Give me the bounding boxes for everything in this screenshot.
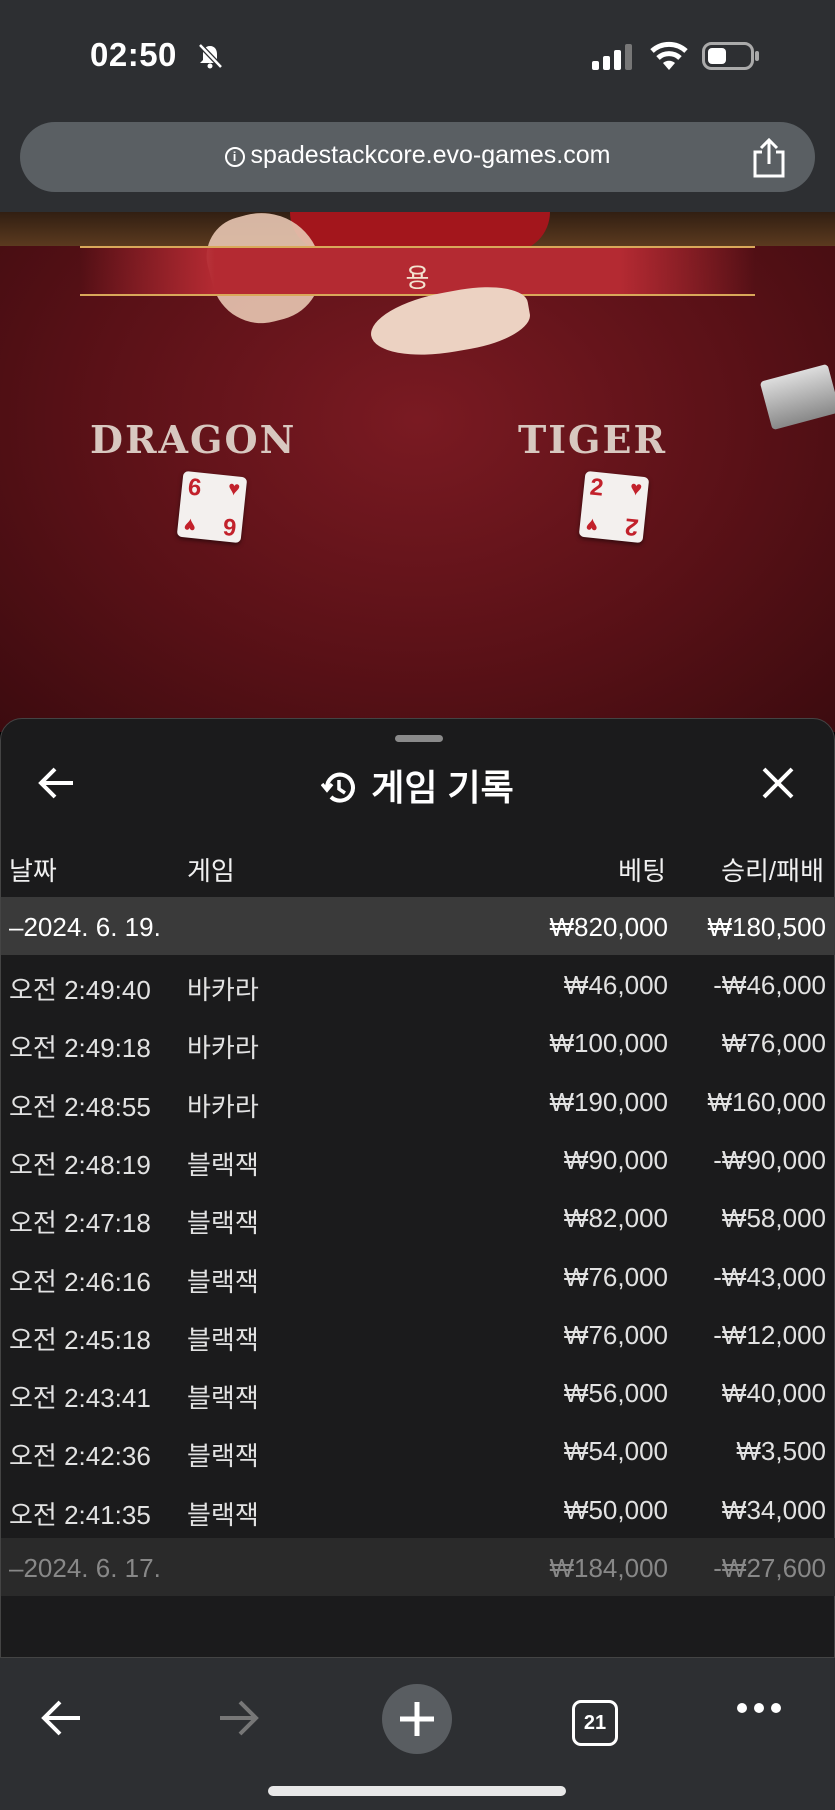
column-header-date: 날짜 <box>9 856 57 886</box>
history-row[interactable]: 오전 2:49:40 바카라 ₩46,000 -₩46,000 <box>1 955 835 1013</box>
row-time: 오전 2:41:35 <box>9 1499 151 1530</box>
column-header-game: 게임 <box>187 856 235 886</box>
history-row[interactable]: 오전 2:47:18 블랙잭 ₩82,000 ₩58,000 <box>1 1188 835 1246</box>
row-winloss: ₩3,500 <box>736 1436 826 1467</box>
row-game: 블랙잭 <box>187 1149 259 1180</box>
cellular-signal-icon <box>592 44 632 70</box>
history-row[interactable]: 오전 2:46:16 블랙잭 ₩76,000 -₩43,000 <box>1 1247 835 1305</box>
row-game: 바카라 <box>187 1033 259 1064</box>
row-bet: ₩54,000 <box>563 1436 668 1467</box>
status-time: 02:50 <box>90 36 177 73</box>
history-icon <box>321 772 356 803</box>
panel-grabber[interactable] <box>395 735 443 742</box>
row-winloss: -₩90,000 <box>713 1144 826 1175</box>
column-header-winloss: 승리/패배 <box>721 856 824 886</box>
row-winloss: ₩160,000 <box>707 1086 826 1117</box>
panel-title-text: 게임 기록 <box>371 767 514 808</box>
battery-icon <box>702 42 759 70</box>
date-group-row[interactable]: –2024. 6. 19. ₩820,000 ₩180,500 <box>1 897 835 955</box>
row-game: 블랙잭 <box>187 1383 259 1414</box>
close-icon[interactable] <box>760 765 796 801</box>
group-winloss-total: ₩180,500 <box>707 912 826 942</box>
history-row[interactable]: 오전 2:43:41 블랙잭 ₩56,000 ₩40,000 <box>1 1363 835 1421</box>
row-winloss: ₩76,000 <box>721 1028 826 1059</box>
row-bet: ₩46,000 <box>563 970 668 1000</box>
dragon-label: DRAGON <box>90 417 297 462</box>
row-time: 오전 2:48:19 <box>9 1149 151 1180</box>
row-time: 오전 2:49:18 <box>9 1033 151 1064</box>
row-bet: ₩76,000 <box>563 1319 668 1350</box>
tiger-label: TIGER <box>518 417 668 462</box>
row-game: 블랙잭 <box>187 1441 259 1472</box>
row-winloss: -₩46,000 <box>713 970 826 1000</box>
result-banner: 용 <box>80 246 755 296</box>
history-row[interactable]: 오전 2:45:18 블랙잭 ₩76,000 -₩12,000 <box>1 1305 835 1363</box>
row-game: 블랙잭 <box>187 1499 259 1530</box>
tiger-card: 2 ♥ ♥ 2 <box>578 470 650 544</box>
browser-back-icon[interactable] <box>40 1698 84 1738</box>
row-bet: ₩190,000 <box>549 1086 668 1117</box>
row-time: 오전 2:46:16 <box>9 1266 151 1297</box>
date-group-row[interactable]: –2024. 6. 17. ₩184,000 -₩27,600 <box>1 1538 835 1596</box>
row-game: 블랙잭 <box>187 1208 259 1239</box>
url-bar[interactable]: i spadestackcore.evo-games.com <box>20 122 815 192</box>
row-bet: ₩50,000 <box>563 1494 668 1525</box>
row-winloss: ₩34,000 <box>721 1494 826 1525</box>
row-bet: ₩100,000 <box>549 1028 668 1059</box>
history-row[interactable]: 오전 2:49:18 바카라 ₩100,000 ₩76,000 <box>1 1013 835 1071</box>
row-game: 블랙잭 <box>187 1266 259 1297</box>
row-game: 블랙잭 <box>187 1324 259 1355</box>
row-winloss: ₩40,000 <box>721 1378 826 1409</box>
row-time: 오전 2:45:18 <box>9 1324 151 1355</box>
game-history-panel: 게임 기록 날짜 게임 베팅 승리/패배 –2024. 6. 19. ₩820,0… <box>0 718 835 1658</box>
browser-top-chrome: 02:50 i spadestackcore.evo-games.com <box>0 0 835 212</box>
row-time: 오전 2:48:55 <box>9 1091 151 1122</box>
row-time: 오전 2:49:40 <box>9 975 151 1005</box>
history-row[interactable]: 오전 2:48:19 블랙잭 ₩90,000 -₩90,000 <box>1 1130 835 1188</box>
row-bet: ₩76,000 <box>563 1261 668 1292</box>
history-row[interactable]: 오전 2:42:36 블랙잭 ₩54,000 ₩3,500 <box>1 1421 835 1479</box>
bell-muted-icon <box>198 43 223 69</box>
history-row[interactable]: 오전 2:41:35 블랙잭 ₩50,000 ₩34,000 <box>1 1480 835 1538</box>
browser-bottom-bar: 21 <box>0 1658 835 1810</box>
dragon-card: 6 ♥ ♥ 6 <box>176 470 248 544</box>
panel-title: 게임 기록 <box>1 759 834 811</box>
group-bet-total: ₩184,000 <box>549 1553 668 1583</box>
row-bet: ₩56,000 <box>563 1378 668 1409</box>
more-icon[interactable] <box>736 1698 782 1718</box>
live-video-stream: 용 DRAGON TIGER 6 ♥ ♥ 6 2 ♥ ♥ 2 <box>0 212 835 732</box>
wifi-icon <box>650 41 688 70</box>
row-winloss: ₩58,000 <box>721 1203 826 1234</box>
url-text: spadestackcore.evo-games.com <box>250 141 611 169</box>
plus-icon <box>400 1702 434 1736</box>
browser-forward-icon[interactable] <box>216 1698 260 1738</box>
site-info-icon[interactable]: i <box>224 147 245 167</box>
row-winloss: -₩43,000 <box>713 1261 826 1292</box>
row-time: 오전 2:47:18 <box>9 1208 151 1239</box>
new-tab-button[interactable] <box>382 1684 452 1754</box>
row-winloss: -₩12,000 <box>713 1319 826 1350</box>
row-bet: ₩82,000 <box>563 1203 668 1234</box>
row-time: 오전 2:42:36 <box>9 1441 151 1472</box>
row-game: 바카라 <box>187 1091 259 1122</box>
row-game: 바카라 <box>187 975 259 1005</box>
group-date: –2024. 6. 19. <box>9 912 161 942</box>
tabs-button[interactable]: 21 <box>572 1700 618 1746</box>
group-winloss-total: -₩27,600 <box>713 1553 826 1583</box>
row-bet: ₩90,000 <box>563 1144 668 1175</box>
home-indicator[interactable] <box>268 1786 566 1796</box>
result-banner-text: 용 <box>405 263 430 293</box>
card-shoe <box>759 363 835 431</box>
column-header-bet: 베팅 <box>618 856 666 886</box>
share-icon[interactable] <box>751 138 787 178</box>
group-date: –2024. 6. 17. <box>9 1553 161 1583</box>
history-row[interactable]: 오전 2:48:55 바카라 ₩190,000 ₩160,000 <box>1 1072 835 1130</box>
group-bet-total: ₩820,000 <box>549 912 668 942</box>
row-time: 오전 2:43:41 <box>9 1383 151 1414</box>
